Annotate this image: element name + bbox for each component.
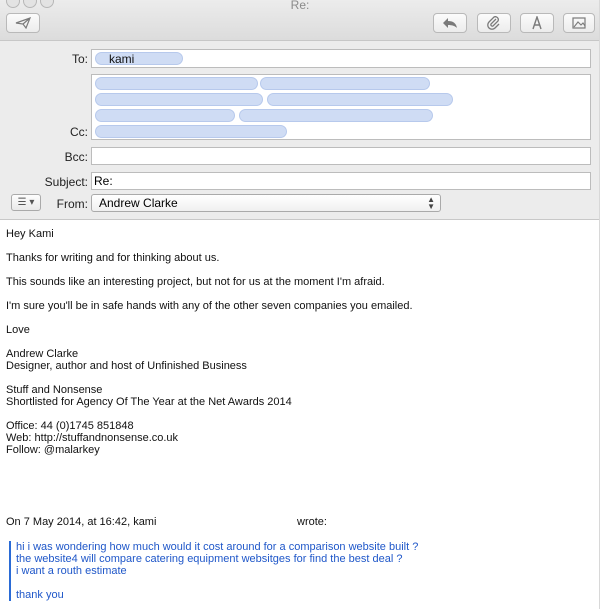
send-button[interactable]: [6, 13, 40, 33]
recipient-token[interactable]: kami: [95, 52, 183, 66]
cc-label: Cc:: [70, 125, 88, 139]
quoted-line: i want a routh estimate: [16, 565, 127, 577]
paperclip-icon: [487, 16, 501, 30]
quoted-line: hi i was wondering how much would it cos…: [16, 541, 419, 553]
recipient-token-label: kami: [109, 52, 135, 66]
message-body[interactable]: Hey Kami Thanks for writing and for thin…: [6, 228, 591, 528]
signature-company: Stuff and Nonsense: [6, 384, 103, 396]
signature-award: Shortlisted for Agency Of The Year at th…: [6, 396, 292, 408]
cc-token[interactable]: [267, 93, 453, 106]
reply-arrow-icon: [442, 17, 458, 29]
signature-web: Web: http://stuffandnonsense.co.uk: [6, 432, 179, 444]
body-line: I'm sure you'll be in safe hands with an…: [6, 300, 413, 312]
font-a-icon: [530, 16, 544, 30]
paper-plane-icon: [15, 17, 31, 29]
cc-field[interactable]: [91, 74, 591, 140]
bcc-label: Bcc:: [64, 150, 88, 164]
quoted-line: the website4 will compare catering equip…: [16, 553, 403, 565]
to-field[interactable]: kami: [91, 49, 591, 68]
window-title: Re:: [290, 0, 310, 12]
signoff: Love: [6, 324, 30, 336]
message-header: To: kami Cc: Bcc: Subject: Re: ☰ ▾ From:…: [0, 41, 600, 220]
cc-token[interactable]: [95, 93, 263, 106]
quoted-message: hi i was wondering how much would it cos…: [9, 541, 576, 601]
to-label: To:: [71, 52, 88, 66]
subject-label: Subject:: [44, 175, 88, 189]
body-line: This sounds like an interesting project,…: [6, 276, 385, 288]
quoted-line: thank you: [16, 589, 64, 601]
cc-token[interactable]: [95, 77, 258, 90]
bcc-field[interactable]: [91, 147, 591, 165]
cc-token[interactable]: [95, 109, 235, 122]
reply-button[interactable]: [433, 13, 467, 33]
format-button[interactable]: [520, 13, 554, 33]
window-toolbar: Re:: [0, 0, 600, 41]
signature-name: Andrew Clarke: [6, 348, 79, 360]
cc-token[interactable]: [260, 77, 430, 90]
quote-attribution-right: wrote:: [297, 516, 327, 528]
cc-token[interactable]: [95, 125, 287, 138]
cc-token[interactable]: [239, 109, 433, 122]
quote-attribution-left: On 7 May 2014, at 16:42, kami: [6, 516, 157, 528]
from-value: Andrew Clarke: [99, 196, 178, 210]
attach-button[interactable]: [477, 13, 511, 33]
quote-attribution: On 7 May 2014, at 16:42, kami wrote:: [6, 516, 591, 528]
photo-browser-button[interactable]: [563, 13, 595, 33]
body-line: Thanks for writing and for thinking abou…: [6, 252, 220, 264]
greeting: Hey Kami: [6, 228, 54, 240]
signature-office: Office: 44 (0)1745 851848: [6, 420, 134, 432]
subject-field[interactable]: Re:: [91, 172, 591, 190]
signature-follow: Follow: @malarkey: [6, 444, 100, 456]
chevron-updown-icon: ▲ ▼: [427, 195, 435, 211]
from-label: From:: [56, 197, 88, 211]
signature-title: Designer, author and host of Unfinished …: [6, 360, 247, 372]
from-select[interactable]: Andrew Clarke ▲ ▼: [91, 194, 441, 212]
photo-browser-icon: [572, 17, 586, 29]
